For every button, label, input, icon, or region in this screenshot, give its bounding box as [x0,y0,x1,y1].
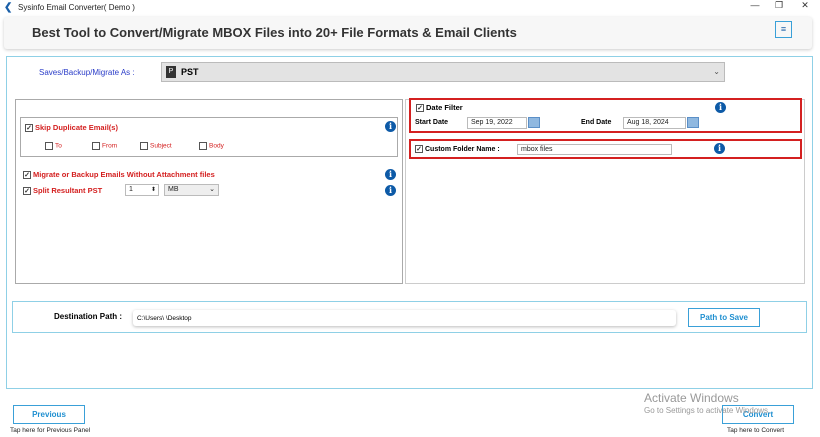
hamburger-icon[interactable]: ≡ [775,21,792,38]
previous-hint: Tap here for Previous Panel [10,427,91,434]
header-bar: Best Tool to Convert/Migrate MBOX Files … [4,17,812,49]
end-date-input[interactable]: Aug 18, 2024 [623,117,686,129]
window-title: Sysinfo Email Converter( Demo ) [18,3,135,12]
minimize-button[interactable]: — [742,0,768,14]
no-attachment-checkbox[interactable]: ✓ Migrate or Backup Emails Without Attach… [23,170,215,180]
save-as-value: PST [181,67,199,77]
split-pst-checkbox[interactable]: ✓ Split Resultant PST [23,186,102,196]
end-date-label: End Date [581,119,612,126]
page-title: Best Tool to Convert/Migrate MBOX Files … [32,25,517,40]
pst-icon: P [166,66,176,78]
date-filter-checkbox[interactable]: ✓ Date Filter [416,103,463,113]
watermark-title: Activate Windows [644,391,739,405]
field-subject-checkbox[interactable]: Subject [140,142,172,150]
field-body-checkbox[interactable]: Body [199,142,224,150]
app-logo-icon: ❮ [4,2,13,13]
custom-folder-checkbox[interactable]: ✓ Custom Folder Name : [415,145,500,153]
convert-hint: Tap here to Convert [727,427,785,434]
info-icon[interactable]: i [385,169,396,180]
info-icon[interactable]: i [385,185,396,196]
start-date-label: Start Date [415,119,449,126]
split-unit-select[interactable]: MB ⌄ [164,184,219,196]
info-icon[interactable]: i [714,143,725,154]
calendar-icon[interactable] [528,117,540,128]
skip-duplicate-label: Skip Duplicate Email(s) [35,123,118,132]
close-button[interactable]: ✕ [792,0,818,14]
previous-button[interactable]: Previous [13,405,85,424]
custom-folder-input[interactable]: mbox files [517,144,672,155]
calendar-icon[interactable] [687,117,699,128]
watermark-subtitle: Go to Settings to activate Windows. [644,406,771,415]
skip-duplicate-checkbox[interactable]: ✓ Skip Duplicate Email(s) [25,123,118,133]
field-to-checkbox[interactable]: To [45,142,62,150]
field-from-checkbox[interactable]: From [92,142,117,150]
info-icon[interactable]: i [385,121,396,132]
start-date-input[interactable]: Sep 19, 2022 [467,117,527,129]
chevron-down-icon: ⌄ [713,67,720,76]
destination-input[interactable]: C:\Users\ \Desktop [133,310,676,326]
info-icon[interactable]: i [715,102,726,113]
maximize-button[interactable]: ❐ [766,0,792,14]
path-to-save-button[interactable]: Path to Save [688,308,760,327]
destination-label: Destination Path : [54,312,123,321]
save-as-label: Saves/Backup/Migrate As : [39,68,135,77]
chevron-down-icon: ⌄ [209,186,215,193]
split-size-stepper[interactable]: 1 ⬍ [125,184,159,196]
save-as-select[interactable]: P PST ⌄ [161,62,725,82]
